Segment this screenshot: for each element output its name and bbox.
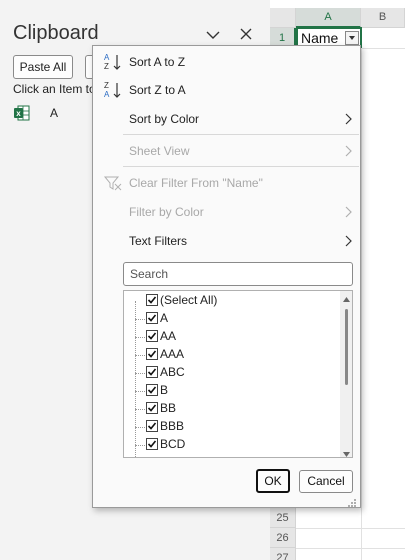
chevron-down-icon[interactable] (205, 27, 221, 43)
sort-ascending-icon: A Z (103, 52, 123, 72)
gridline (296, 528, 405, 529)
menu-separator (123, 134, 359, 135)
menu-item-sort-z-to-a[interactable]: Z A Sort Z to A (93, 76, 360, 104)
row-header-25[interactable]: 25 (270, 508, 296, 528)
list-item-label: B (160, 383, 169, 397)
checkbox[interactable] (146, 366, 158, 378)
checkbox[interactable] (146, 330, 158, 342)
menu-item-label: Sort A to Z (129, 55, 186, 69)
list-item[interactable]: B (124, 382, 338, 400)
menu-item-text-filters[interactable]: Text Filters (93, 227, 360, 255)
list-item[interactable]: AA (124, 328, 338, 346)
checkbox[interactable] (146, 294, 158, 306)
menu-item-label: Clear Filter From "Name" (129, 176, 263, 190)
svg-text:x: x (16, 109, 21, 118)
scroll-down-arrow-icon[interactable] (342, 447, 351, 457)
list-item[interactable]: ABC (124, 364, 338, 382)
clear-filter-icon (103, 173, 123, 193)
checkbox[interactable] (146, 402, 158, 414)
menu-item-sort-a-to-z[interactable]: A Z Sort A to Z (93, 48, 360, 76)
filter-search-input[interactable] (124, 263, 352, 285)
autofilter-menu: A Z Sort A to Z Z A Sort Z to A Sort by … (92, 45, 361, 508)
column-header-b[interactable]: B (361, 8, 405, 28)
clipboard-title: Clipboard (13, 22, 99, 44)
list-item-label: BB (160, 401, 177, 415)
list-item[interactable]: A (124, 310, 338, 328)
menu-item-label: Sort by Color (129, 112, 200, 126)
cell-a1-value: Name (301, 30, 339, 46)
chevron-right-icon (343, 235, 353, 247)
list-item[interactable]: AAA (124, 346, 338, 364)
list-item[interactable]: BBB (124, 418, 338, 436)
scroll-thumb[interactable] (345, 309, 348, 385)
list-scrollbar[interactable] (340, 291, 352, 457)
list-item-label: (Select All) (160, 293, 218, 307)
paste-all-button[interactable]: Paste All (13, 55, 73, 79)
filter-search-box[interactable] (123, 262, 353, 286)
list-item-label: A (160, 311, 169, 325)
svg-text:A: A (104, 90, 110, 99)
list-item[interactable]: BCD (124, 436, 338, 454)
row-header-27[interactable]: 27 (270, 548, 296, 560)
svg-text:Z: Z (104, 62, 109, 71)
checkbox[interactable] (146, 312, 158, 324)
list-item[interactable]: BB (124, 400, 338, 418)
menu-item-filter-by-color: Filter by Color (93, 198, 360, 226)
menu-item-label: Sort Z to A (129, 83, 186, 97)
filter-values-list[interactable]: (Select All) A AA AAA ABC B BB BBB BCD (123, 290, 353, 458)
gridline (296, 548, 405, 549)
chevron-right-icon (343, 206, 353, 218)
select-all-corner[interactable] (270, 8, 296, 28)
list-item-label: ABC (160, 365, 185, 379)
checkbox[interactable] (146, 384, 158, 396)
ok-button[interactable]: OK (256, 469, 290, 493)
chevron-right-icon (343, 113, 353, 125)
chevron-right-icon (343, 145, 353, 157)
column-header-a[interactable]: A (296, 8, 361, 28)
menu-item-label: Sheet View (129, 144, 190, 158)
menu-item-clear-filter: Clear Filter From "Name" (93, 169, 360, 197)
sort-descending-icon: Z A (103, 80, 123, 100)
checkbox[interactable] (146, 348, 158, 360)
clipboard-hint: Click an Item to paste: (13, 82, 93, 96)
clipboard-item[interactable]: A (50, 106, 58, 120)
list-item-label: AAA (160, 347, 185, 361)
filter-dropdown-button[interactable] (345, 31, 359, 45)
scroll-up-arrow-icon[interactable] (342, 293, 351, 302)
row-header-26[interactable]: 26 (270, 528, 296, 548)
menu-separator (123, 166, 359, 167)
resize-grip-icon[interactable] (347, 497, 357, 507)
menu-item-label: Text Filters (129, 234, 188, 248)
menu-item-sort-by-color[interactable]: Sort by Color (93, 105, 360, 133)
cancel-button[interactable]: Cancel (299, 470, 353, 493)
menu-item-label: Filter by Color (129, 205, 204, 219)
svg-text:Z: Z (104, 81, 109, 90)
checkbox[interactable] (146, 438, 158, 450)
checkbox[interactable] (146, 420, 158, 432)
excel-icon: x (13, 104, 31, 122)
list-item-select-all[interactable]: (Select All) (124, 292, 338, 310)
list-item-label: AA (160, 329, 177, 343)
close-icon[interactable] (238, 26, 254, 42)
list-item-label: BBB (160, 419, 185, 433)
svg-text:A: A (104, 53, 110, 62)
list-item-label: BCD (160, 437, 186, 451)
menu-item-sheet-view: Sheet View (93, 137, 360, 165)
gridline (361, 28, 362, 560)
